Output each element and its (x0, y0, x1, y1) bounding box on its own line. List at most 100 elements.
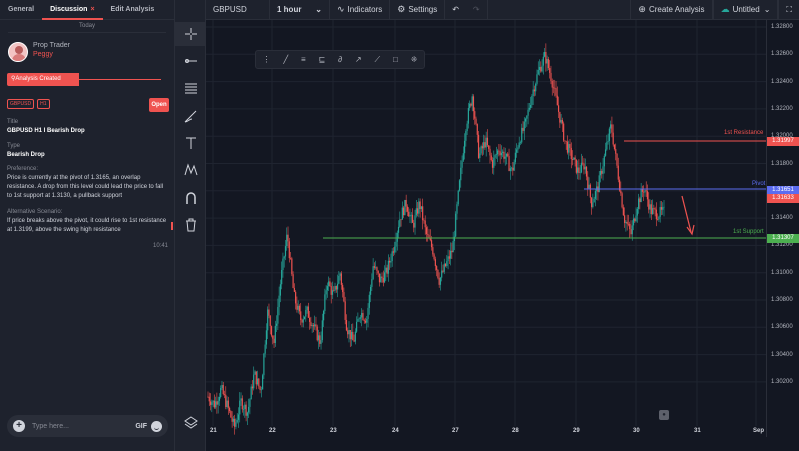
text-icon[interactable] (175, 131, 206, 155)
tab-discussion[interactable]: Discussion × (42, 0, 103, 20)
candle-body (289, 258, 292, 259)
candle-body (535, 83, 537, 92)
candle-body (310, 321, 312, 327)
timeframe-tag: H1 (37, 99, 50, 109)
candle-body (463, 140, 466, 154)
lightbulb-icon[interactable]: ● (659, 410, 669, 420)
candle-body (312, 325, 315, 327)
trash-icon[interactable] (175, 213, 206, 237)
candle-body (574, 157, 576, 160)
candle-body (363, 320, 365, 321)
candle-body (334, 286, 336, 291)
price-chart[interactable]: 1.328001.326001.324001.322001.320001.318… (206, 20, 799, 451)
layout-selector[interactable]: ☁ Untitled ⌄ (712, 0, 779, 20)
drawing-toolbar (175, 0, 206, 451)
candle-body (611, 124, 613, 133)
fib-retracement-icon[interactable] (175, 76, 206, 100)
box-icon[interactable]: □ (393, 55, 398, 64)
color-icon[interactable]: ∂ (338, 55, 342, 64)
emoji-icon[interactable] (151, 420, 162, 432)
candle-body (508, 156, 510, 171)
settings-button[interactable]: ⚙ Settings (390, 0, 446, 20)
price-tick-label: 1.30200 (771, 378, 793, 385)
candle-body (409, 215, 411, 217)
candle-body (401, 207, 403, 220)
candle-body (554, 87, 556, 89)
candle-body (550, 72, 552, 81)
candle-body (580, 162, 583, 173)
redo-button[interactable]: ↷ (466, 0, 488, 20)
timeframe-selector[interactable]: 1 hour ⌄ (270, 0, 330, 20)
candle-body (390, 261, 392, 263)
candle-body (559, 111, 561, 123)
candle-body (287, 234, 289, 242)
create-analysis-button[interactable]: ⊕ Create Analysis (630, 0, 713, 20)
resistance-label: 1st Resistance (724, 130, 764, 136)
drag-handle-icon[interactable]: ⋮ (262, 55, 270, 64)
avatar[interactable] (8, 42, 28, 62)
candle-body (268, 309, 270, 316)
date-tick-label: 27 (452, 428, 459, 434)
plus-circle-icon: ⊕ (638, 4, 646, 14)
open-button[interactable]: Open (149, 98, 169, 112)
candle-body (372, 266, 374, 280)
undo-button[interactable]: ↶ (445, 0, 466, 20)
candle-body (575, 159, 577, 173)
fullscreen-button[interactable]: ⛶ (778, 0, 799, 20)
symbol-selector[interactable]: GBPUSD (206, 0, 270, 20)
candle-body (507, 153, 509, 157)
magnet-icon[interactable] (175, 186, 206, 210)
candle-body (483, 142, 485, 149)
tab-general[interactable]: General (0, 0, 42, 20)
candle-body (566, 141, 569, 153)
candle-body (316, 326, 318, 341)
chart-canvas[interactable] (206, 20, 799, 451)
plus-icon[interactable]: + (13, 420, 25, 432)
candle-body (429, 238, 431, 241)
gif-button[interactable]: GIF (135, 423, 147, 430)
arrow-icon[interactable]: ↗ (355, 55, 362, 64)
measure-icon[interactable]: ⟋ (375, 55, 381, 65)
candle-body (486, 137, 489, 146)
candle-body (241, 398, 243, 410)
brush-icon[interactable] (175, 104, 206, 128)
more-icon[interactable]: ⁜ (411, 55, 418, 64)
type-value: Bearish Drop (7, 152, 45, 158)
author-name[interactable]: Peggy (33, 51, 70, 58)
candle-body (536, 74, 538, 84)
candle-body (235, 422, 237, 427)
candle-body (277, 307, 279, 324)
candle-body (295, 291, 297, 304)
lines-icon[interactable]: ≡ (301, 55, 306, 64)
price-tick-label: 1.32600 (771, 51, 793, 58)
candle-body (659, 207, 661, 217)
candle-body (383, 272, 386, 283)
indicators-button[interactable]: ∿ Indicators (330, 0, 391, 20)
candle-body (598, 175, 600, 193)
alt-scenario-text: If price breaks above the pivot, it coul… (7, 218, 167, 233)
candle-body (542, 56, 544, 66)
candle-body (208, 396, 210, 402)
candle-body (636, 208, 638, 216)
crosshair-icon[interactable] (175, 22, 206, 46)
candle-body (226, 400, 228, 408)
candle-body (651, 208, 654, 215)
candle-body (232, 418, 235, 422)
candle-body (376, 267, 378, 271)
panel-resize-handle[interactable] (171, 222, 173, 230)
message-input[interactable]: Type here... (32, 423, 135, 430)
position-icon[interactable]: ⊑ (319, 55, 326, 64)
candle-body (516, 149, 518, 153)
candle-body (358, 318, 360, 320)
trend-line-icon[interactable] (175, 49, 206, 73)
layers-icon[interactable] (175, 411, 206, 435)
candle-body (317, 335, 320, 341)
pattern-icon[interactable] (175, 158, 206, 182)
line-tool-icon[interactable]: ╱ (283, 55, 288, 64)
candle-body (331, 290, 334, 295)
close-icon[interactable]: × (90, 6, 94, 13)
candle-body (300, 311, 302, 320)
candle-body (465, 131, 467, 141)
candle-body (281, 270, 283, 285)
tab-edit-analysis[interactable]: Edit Analysis (103, 0, 163, 20)
